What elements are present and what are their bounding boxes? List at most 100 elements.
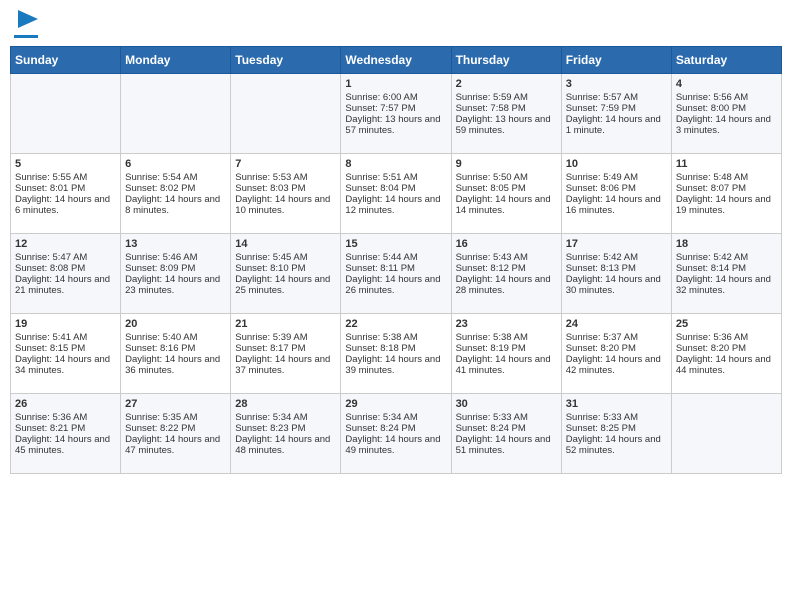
calendar-table: SundayMondayTuesdayWednesdayThursdayFrid… (10, 46, 782, 474)
day-info-line: Sunrise: 5:40 AM (125, 332, 226, 343)
day-info-line: Sunset: 8:18 PM (345, 343, 446, 354)
day-info-line: Sunrise: 5:55 AM (15, 172, 116, 183)
calendar-cell: 30Sunrise: 5:33 AMSunset: 8:24 PMDayligh… (451, 394, 561, 474)
day-info-line: Daylight: 14 hours and 12 minutes. (345, 194, 446, 216)
day-info-line: Sunrise: 5:57 AM (566, 92, 667, 103)
page-header (10, 10, 782, 38)
day-number: 2 (456, 78, 557, 90)
calendar-cell: 21Sunrise: 5:39 AMSunset: 8:17 PMDayligh… (231, 314, 341, 394)
header-cell-monday: Monday (121, 47, 231, 74)
day-number: 7 (235, 158, 336, 170)
day-info-line: Sunset: 8:11 PM (345, 263, 446, 274)
day-number: 28 (235, 398, 336, 410)
calendar-cell: 6Sunrise: 5:54 AMSunset: 8:02 PMDaylight… (121, 154, 231, 234)
day-number: 11 (676, 158, 777, 170)
day-info-line: Sunrise: 5:38 AM (345, 332, 446, 343)
calendar-week-row: 26Sunrise: 5:36 AMSunset: 8:21 PMDayligh… (11, 394, 782, 474)
calendar-cell (231, 74, 341, 154)
calendar-cell: 31Sunrise: 5:33 AMSunset: 8:25 PMDayligh… (561, 394, 671, 474)
day-info-line: Daylight: 14 hours and 25 minutes. (235, 274, 336, 296)
day-info-line: Sunset: 7:58 PM (456, 103, 557, 114)
day-info-line: Sunset: 8:00 PM (676, 103, 777, 114)
calendar-cell: 29Sunrise: 5:34 AMSunset: 8:24 PMDayligh… (341, 394, 451, 474)
header-cell-tuesday: Tuesday (231, 47, 341, 74)
day-info-line: Daylight: 14 hours and 26 minutes. (345, 274, 446, 296)
day-info-line: Sunset: 7:59 PM (566, 103, 667, 114)
day-info-line: Sunset: 8:20 PM (676, 343, 777, 354)
day-info-line: Sunrise: 5:48 AM (676, 172, 777, 183)
calendar-cell: 27Sunrise: 5:35 AMSunset: 8:22 PMDayligh… (121, 394, 231, 474)
calendar-cell: 8Sunrise: 5:51 AMSunset: 8:04 PMDaylight… (341, 154, 451, 234)
day-info-line: Sunset: 8:25 PM (566, 423, 667, 434)
day-info-line: Sunset: 8:19 PM (456, 343, 557, 354)
calendar-cell: 22Sunrise: 5:38 AMSunset: 8:18 PMDayligh… (341, 314, 451, 394)
calendar-cell: 9Sunrise: 5:50 AMSunset: 8:05 PMDaylight… (451, 154, 561, 234)
day-number: 4 (676, 78, 777, 90)
day-info-line: Daylight: 13 hours and 57 minutes. (345, 114, 446, 136)
day-info-line: Sunrise: 5:46 AM (125, 252, 226, 263)
day-info-line: Sunset: 8:23 PM (235, 423, 336, 434)
day-info-line: Sunset: 8:05 PM (456, 183, 557, 194)
day-number: 3 (566, 78, 667, 90)
logo-arrow-icon (18, 10, 38, 28)
day-info-line: Sunrise: 5:43 AM (456, 252, 557, 263)
day-info-line: Sunset: 8:10 PM (235, 263, 336, 274)
day-info-line: Sunrise: 5:34 AM (345, 412, 446, 423)
calendar-cell: 16 Sunrise: 5:43 AMSunset: 8:12 PMDayligh… (451, 234, 561, 314)
header-cell-saturday: Saturday (671, 47, 781, 74)
day-info-line: Sunset: 7:57 PM (345, 103, 446, 114)
day-number: 18 (676, 238, 777, 250)
day-info-line: Daylight: 14 hours and 6 minutes. (15, 194, 116, 216)
day-info-line: Daylight: 14 hours and 3 minutes. (676, 114, 777, 136)
day-info-line: Sunrise: 5:45 AM (235, 252, 336, 263)
day-info-line: Sunset: 8:08 PM (15, 263, 116, 274)
day-number: 26 (15, 398, 116, 410)
calendar-cell: 2Sunrise: 5:59 AMSunset: 7:58 PMDaylight… (451, 74, 561, 154)
calendar-week-row: 19Sunrise: 5:41 AMSunset: 8:15 PMDayligh… (11, 314, 782, 394)
day-info-line: Sunrise: 5:54 AM (125, 172, 226, 183)
day-number: 16 (456, 238, 557, 250)
day-info-line: Sunrise: 5:59 AM (456, 92, 557, 103)
day-info-line: Sunrise: 6:00 AM (345, 92, 446, 103)
day-number: 31 (566, 398, 667, 410)
day-info-line: Daylight: 14 hours and 48 minutes. (235, 434, 336, 456)
day-info-line: Sunset: 8:16 PM (125, 343, 226, 354)
day-info-line: Sunrise: 5:33 AM (456, 412, 557, 423)
calendar-week-row: 12Sunrise: 5:47 AMSunset: 8:08 PMDayligh… (11, 234, 782, 314)
day-number: 13 (125, 238, 226, 250)
calendar-cell: 12Sunrise: 5:47 AMSunset: 8:08 PMDayligh… (11, 234, 121, 314)
day-info-line: Daylight: 14 hours and 19 minutes. (676, 194, 777, 216)
day-number: 21 (235, 318, 336, 330)
calendar-cell: 23Sunrise: 5:38 AMSunset: 8:19 PMDayligh… (451, 314, 561, 394)
day-info-line: Daylight: 14 hours and 8 minutes. (125, 194, 226, 216)
calendar-cell: 7Sunrise: 5:53 AMSunset: 8:03 PMDaylight… (231, 154, 341, 234)
day-info-line: Sunset: 8:21 PM (15, 423, 116, 434)
day-number: 9 (456, 158, 557, 170)
day-number: 20 (125, 318, 226, 330)
calendar-cell: 26Sunrise: 5:36 AMSunset: 8:21 PMDayligh… (11, 394, 121, 474)
day-number: 5 (15, 158, 116, 170)
day-info-line: Sunset: 8:03 PM (235, 183, 336, 194)
day-number: 8 (345, 158, 446, 170)
day-info-line: Sunrise: 5:34 AM (235, 412, 336, 423)
day-info-line: Sunset: 8:06 PM (566, 183, 667, 194)
day-info-line: Sunset: 8:17 PM (235, 343, 336, 354)
calendar-cell: 25Sunrise: 5:36 AMSunset: 8:20 PMDayligh… (671, 314, 781, 394)
day-info-line: Daylight: 14 hours and 41 minutes. (456, 354, 557, 376)
day-info-line: Sunset: 8:12 PM (456, 263, 557, 274)
day-info-line: Daylight: 14 hours and 47 minutes. (125, 434, 226, 456)
calendar-cell: 10Sunrise: 5:49 AMSunset: 8:06 PMDayligh… (561, 154, 671, 234)
day-info-line: Daylight: 14 hours and 42 minutes. (566, 354, 667, 376)
day-number: 29 (345, 398, 446, 410)
calendar-cell: 28 Sunrise: 5:34 AMSunset: 8:23 PMDayligh… (231, 394, 341, 474)
day-info-line: Sunrise: 5:33 AM (566, 412, 667, 423)
calendar-week-row: 1Sunrise: 6:00 AMSunset: 7:57 PMDaylight… (11, 74, 782, 154)
day-info-line: Sunrise: 5:53 AM (235, 172, 336, 183)
day-info-line: Sunset: 8:04 PM (345, 183, 446, 194)
calendar-cell: 15Sunrise: 5:44 AMSunset: 8:11 PMDayligh… (341, 234, 451, 314)
day-info-line: Sunset: 8:02 PM (125, 183, 226, 194)
day-info-line: Sunset: 8:20 PM (566, 343, 667, 354)
header-cell-sunday: Sunday (11, 47, 121, 74)
day-info-line: Daylight: 14 hours and 28 minutes. (456, 274, 557, 296)
day-info-line: Sunrise: 5:50 AM (456, 172, 557, 183)
